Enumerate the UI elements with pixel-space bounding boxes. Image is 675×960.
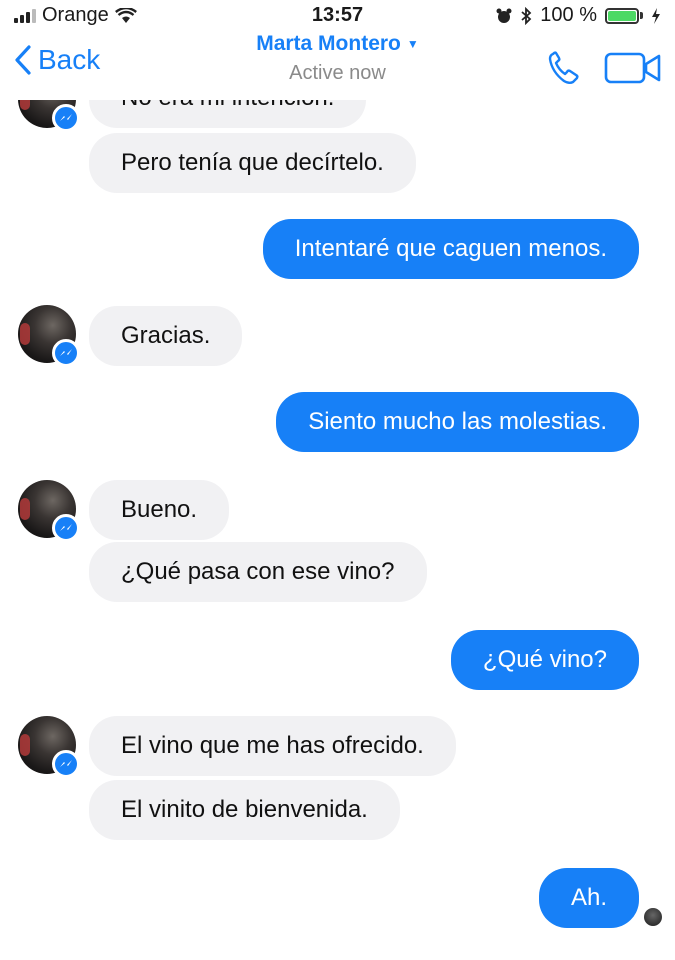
charging-icon — [652, 7, 660, 24]
message-bubble-incoming: ¿Qué pasa con ese vino? — [89, 542, 427, 602]
message-bubble-incoming: No era mi intención. — [89, 100, 367, 128]
messenger-badge-icon — [52, 514, 80, 542]
message-bubble-incoming: El vino que me has ofrecido. — [89, 716, 456, 776]
conversation-header: Back Marta Montero ▼ Active now — [0, 30, 675, 100]
messenger-badge-icon — [52, 104, 80, 132]
message-bubble-outgoing: Intentaré que caguen menos. — [262, 219, 639, 279]
phone-icon[interactable] — [544, 48, 584, 88]
contact-avatar[interactable] — [18, 716, 80, 778]
message-bubble-incoming: Bueno. — [89, 480, 230, 540]
messenger-badge-icon — [52, 339, 80, 367]
battery-percent: 100 % — [540, 4, 597, 26]
message-bubble-outgoing: ¿Qué vino? — [450, 630, 639, 690]
messenger-badge-icon — [52, 750, 80, 778]
message-bubble-incoming: El vinito de bienvenida. — [89, 780, 400, 840]
contact-name: Marta Montero — [256, 32, 401, 55]
message-bubble-incoming: Gracias. — [89, 306, 243, 366]
contact-avatar[interactable] — [18, 305, 80, 367]
read-receipt-avatar — [644, 908, 662, 926]
battery-icon — [605, 7, 643, 24]
contact-avatar[interactable] — [18, 100, 80, 132]
dropdown-caret-icon: ▼ — [406, 37, 419, 52]
alarm-icon — [496, 8, 512, 23]
status-bar: Orange 13:57 100 % — [0, 0, 675, 30]
message-thread[interactable]: No era mi intención. Pero tenía que decí… — [0, 100, 675, 960]
status-right-group: 100 % — [496, 4, 661, 27]
contact-avatar[interactable] — [18, 480, 80, 542]
message-bubble-incoming: Pero tenía que decírtelo. — [89, 133, 416, 193]
message-bubble-outgoing: Ah. — [538, 868, 639, 928]
bluetooth-icon — [521, 6, 532, 25]
video-camera-icon[interactable] — [604, 52, 662, 84]
message-bubble-outgoing: Siento mucho las molestias. — [276, 392, 639, 452]
